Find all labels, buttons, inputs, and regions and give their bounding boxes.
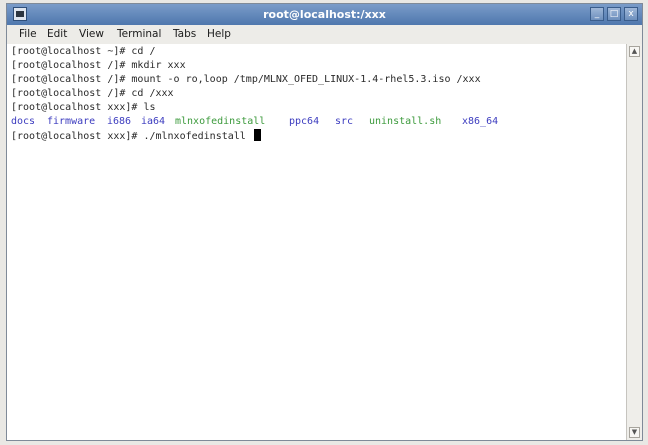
scroll-up-arrow-icon[interactable]: ▲ [629,46,640,57]
vertical-scrollbar[interactable]: ▲ ▼ [626,44,642,440]
text-cursor [253,129,261,141]
ls-entry-i686: i686 [107,116,132,127]
menu-bar: File Edit View Terminal Tabs Help [7,25,642,45]
menu-edit[interactable]: Edit [47,27,67,42]
ls-entry-x86-64: x86_64 [462,116,499,127]
ls-entry-mlnxofedinstall: mlnxofedinstall [175,116,266,127]
close-button[interactable]: x [624,7,638,21]
scroll-down-arrow-icon[interactable]: ▼ [629,427,640,438]
ls-entry-uninstall-sh: uninstall.sh [369,116,442,127]
ls-entry-ppc64: ppc64 [289,116,320,127]
ls-entry-src: src [335,116,354,127]
ls-entry-firmware: firmware [47,116,96,127]
prompt-text: [root@localhost xxx]# ./mlnxofedinstall [11,131,252,142]
terminal-line: [root@localhost /]# cd /xxx [11,88,174,99]
maximize-button[interactable]: □ [607,7,621,21]
terminal-line: [root@localhost /]# mkdir xxx [11,60,186,71]
terminal-output[interactable]: [root@localhost ~]# cd / [root@localhost… [7,44,626,440]
ls-entry-ia64: ia64 [141,116,166,127]
menu-tabs[interactable]: Tabs [173,27,196,42]
ls-entry-docs: docs [11,116,36,127]
terminal-line: [root@localhost ~]# cd / [11,46,156,57]
window-title: root@localhost:/xxx [263,8,386,21]
terminal-window: root@localhost:/xxx _ □ x File Edit View… [6,3,643,441]
menu-file[interactable]: File [19,27,37,42]
terminal-line: [root@localhost xxx]# ls [11,102,156,113]
title-bar[interactable]: root@localhost:/xxx _ □ x [7,4,642,25]
menu-view[interactable]: View [79,27,104,42]
menu-help[interactable]: Help [207,27,231,42]
terminal-prompt-line: [root@localhost xxx]# ./mlnxofedinstall [11,129,261,144]
terminal-line: [root@localhost /]# mount -o ro,loop /tm… [11,74,481,85]
menu-terminal[interactable]: Terminal [117,27,161,42]
minimize-button[interactable]: _ [590,7,604,21]
